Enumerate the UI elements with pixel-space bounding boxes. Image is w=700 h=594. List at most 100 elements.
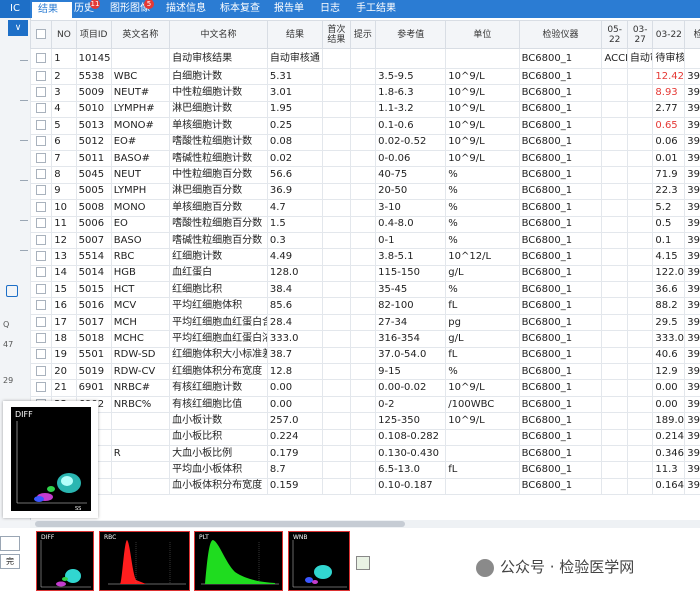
- col-history-instrument[interactable]: 检验仪: [684, 20, 700, 49]
- table-row[interactable]: 226902NRBC%有核红细胞比值0.000-2/100WBCBC6800_1…: [30, 395, 700, 414]
- image-placeholder-icon[interactable]: [356, 556, 370, 570]
- table-row[interactable]: 14 5014 HGB 血红蛋白 128.0 115-150 g/L BC6800_1 122.…: [30, 264, 700, 283]
- cell-first-result: [322, 100, 351, 119]
- row-checkbox[interactable]: [30, 48, 53, 69]
- row-checkbox[interactable]: [30, 215, 53, 233]
- cell-reference: 0.02-0.52: [375, 133, 447, 151]
- row-checkbox[interactable]: [30, 133, 53, 151]
- tab-log[interactable]: 日志: [320, 0, 350, 18]
- table-row[interactable]: 13 5514 RBC 红细胞计数 4.49 3.8-5.1 10^12/L BC6800_1…: [30, 248, 700, 266]
- cell-history-instrument: 39-10: [684, 215, 700, 233]
- table-row[interactable]: 19 5501 RDW-SD 红细胞体积大小标准差 38.7 37.0-54.0 fL BC6…: [30, 346, 700, 365]
- cell-unit: 10^9/L: [445, 379, 520, 397]
- col-no[interactable]: NO: [51, 20, 77, 49]
- table-row[interactable]: 6 5012 EO# 嗜酸性粒细胞计数 0.08 0.02-0.52 10^9/L BC680…: [30, 133, 700, 151]
- dropdown-chevron-icon[interactable]: ∨: [8, 20, 28, 36]
- cell-unit: %: [445, 231, 520, 250]
- table-row[interactable]: 平均血小板体积8.7 6.5-13.0fLBC6800_1 11.339-10: [30, 461, 700, 479]
- cell-instrument: BC6800_1: [518, 346, 603, 365]
- col-unit[interactable]: 单位: [445, 20, 520, 49]
- col-chinese-name[interactable]: 中文名称: [169, 20, 268, 49]
- row-checkbox[interactable]: [30, 84, 53, 102]
- table-row[interactable]: 110145 自动审核结果自动审核通 BC6800_1ACCEF自动审待审核: [30, 48, 700, 69]
- tab-manual-results[interactable]: 手工结果: [356, 0, 406, 18]
- row-checkbox[interactable]: [30, 182, 53, 201]
- cell-history-1: [601, 67, 628, 86]
- col-instrument[interactable]: 检验仪器: [518, 20, 603, 49]
- cell-hint: [349, 117, 377, 135]
- col-history-1[interactable]: 05-22: [601, 20, 628, 49]
- table-row[interactable]: 185018MCHC平均红细胞血红蛋白浓度333.0316-354g/LBC68…: [30, 330, 700, 348]
- scrollbar-thumb[interactable]: [35, 521, 405, 527]
- row-checkbox[interactable]: [30, 199, 53, 217]
- thumbnail-diff[interactable]: DIFF: [36, 531, 94, 591]
- select-all-checkbox[interactable]: [30, 20, 53, 49]
- table-row[interactable]: 125007BASO嗜碱性粒细胞百分数0.3 0-1%BC6800_1 0.139-…: [30, 231, 700, 250]
- row-checkbox[interactable]: [30, 100, 53, 119]
- col-hint[interactable]: 提示: [349, 20, 377, 49]
- thumbnail-wnb-plot: [292, 540, 347, 588]
- table-row[interactable]: 7 5011 BASO# 嗜碱性粒细胞计数 0.02 0-0.06 10^9/L BC6800…: [30, 149, 700, 168]
- col-result[interactable]: 结果: [266, 20, 324, 49]
- table-row[interactable]: 21 6901 NRBC# 有核红细胞计数 0.00 0.00-0.02 10^9/L BC6…: [30, 379, 700, 397]
- row-checkbox[interactable]: [30, 166, 53, 184]
- row-checkbox[interactable]: [30, 231, 53, 250]
- cell-history-instrument: 39-10: [684, 117, 700, 135]
- row-checkbox[interactable]: [30, 264, 53, 283]
- tab-report[interactable]: 报告单: [274, 0, 314, 18]
- row-checkbox[interactable]: [30, 149, 53, 168]
- thumbnail-plt[interactable]: PLT: [194, 531, 283, 591]
- row-checkbox[interactable]: [30, 281, 53, 299]
- row-checkbox[interactable]: [30, 330, 53, 348]
- table-row[interactable]: 175017MCH平均红细胞血红蛋白含量28.4 27-34pgBC6800_1 2…: [30, 313, 700, 332]
- cell-unit: g/L: [445, 264, 520, 283]
- row-checkbox[interactable]: [30, 248, 53, 266]
- thumbnail-wnb[interactable]: WNB: [288, 531, 350, 591]
- tab-graphics[interactable]: 图形图像: [110, 0, 162, 18]
- col-history-2[interactable]: 03-27: [626, 20, 654, 49]
- cell-item-id: 6901: [75, 379, 112, 397]
- horizontal-scrollbar[interactable]: [30, 520, 700, 528]
- complete-button[interactable]: 完: [0, 554, 20, 569]
- row-checkbox[interactable]: [30, 346, 53, 365]
- row-checkbox[interactable]: [30, 67, 53, 86]
- settings-icon[interactable]: [6, 285, 18, 297]
- table-row[interactable]: 16 5016 MCV 平均红细胞体积 85.6 82-100 fL BC6800_1 88.2…: [30, 297, 700, 315]
- tab-specimen-recheck[interactable]: 标本复查: [220, 0, 270, 18]
- col-english-name[interactable]: 英文名称: [110, 20, 171, 49]
- cell-chinese-name: 血小板比积: [169, 428, 268, 446]
- table-row[interactable]: 155015HCT红细胞比积38.4 35-45%BC6800_1 36.639-1…: [30, 281, 700, 299]
- tab-results[interactable]: 结果: [32, 0, 72, 18]
- col-first-result[interactable]: 首次结果: [322, 20, 351, 49]
- col-history-3[interactable]: 03-22: [652, 20, 686, 49]
- table-row[interactable]: 11 5006 EO 嗜酸性粒细胞百分数 1.5 0.4-8.0% BC6800_1 0.5 3…: [30, 215, 700, 233]
- table-row[interactable]: 2 5538 WBC 白细胞计数 5.31 3.5-9.5 10^9/L BC6800_1 12…: [30, 67, 700, 86]
- tab-description[interactable]: 描述信息: [166, 0, 216, 18]
- thumbnail-rbc[interactable]: RBC: [99, 531, 190, 591]
- cell-history-instrument: 39-10: [684, 264, 700, 283]
- row-checkbox[interactable]: [30, 379, 53, 397]
- table-row[interactable]: 血小板计数257.0 125-35010^9/LBC6800_1 189.039-1…: [30, 412, 700, 430]
- row-checkbox[interactable]: [30, 297, 53, 315]
- table-row[interactable]: 9 5005 LYMPH 淋巴细胞百分数 36.9 20-50% BC6800_1 22.3 3…: [30, 182, 700, 201]
- table-row[interactable]: 105008MONO单核细胞百分数4.7 3-10%BC6800_1 5.239-1…: [30, 199, 700, 217]
- row-checkbox[interactable]: [30, 313, 53, 332]
- table-row[interactable]: 5 5013 MONO# 单核细胞计数 0.25 0.1-0.6 10^9/L BC6800_…: [30, 117, 700, 135]
- table-row[interactable]: 3 5009 NEUT# 中性粒细胞计数 3.01 1.8-6.3 10^9/L BC6800…: [30, 84, 700, 102]
- col-item-id[interactable]: 项目ID: [75, 20, 112, 49]
- row-checkbox[interactable]: [30, 363, 53, 381]
- cell-instrument: BC6800_1: [518, 182, 603, 201]
- cell-no: 3: [51, 84, 77, 102]
- col-reference[interactable]: 参考值: [375, 20, 447, 49]
- cell-item-id: 5014: [75, 264, 112, 283]
- row-checkbox[interactable]: [30, 117, 53, 135]
- cell-no: 5: [51, 117, 77, 135]
- table-row[interactable]: 4 5010 LYMPH# 淋巴细胞计数 1.95 1.1-3.2 10^9/L BC6800…: [30, 100, 700, 119]
- table-row[interactable]: 8 5045 NEUT 中性粒细胞百分数 56.6 40-75% BC6800_1 71.9 3…: [30, 166, 700, 184]
- table-row[interactable]: 血小板体积分布宽度0.159 0.10-0.187 BC6800_1 0.16439-…: [30, 477, 700, 496]
- cell-english-name: NEUT#: [110, 84, 171, 102]
- table-row[interactable]: R大血小板比例0.179 0.130-0.430 BC6800_1 0.34639-1…: [30, 444, 700, 463]
- bottom-input[interactable]: [0, 536, 20, 551]
- table-row[interactable]: 20 5019 RDW-CV 红细胞体积分布宽度 12.8 9-15% BC6800_1 12…: [30, 363, 700, 381]
- table-row[interactable]: 血小板比积0.224 0.108-0.282 BC6800_1 0.21439-10: [30, 428, 700, 446]
